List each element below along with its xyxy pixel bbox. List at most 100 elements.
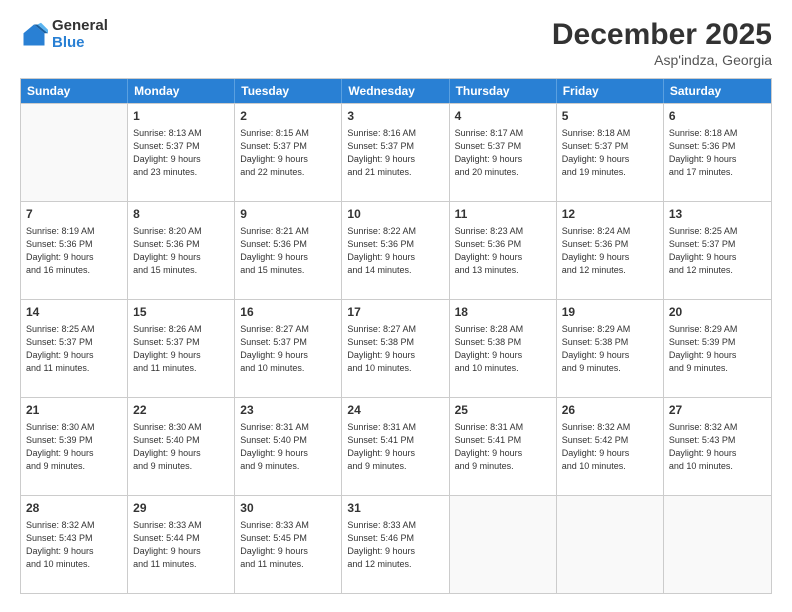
day-number: 26: [562, 402, 658, 419]
day-number: 7: [26, 206, 122, 223]
calendar-cell-1-5: 4 Sunrise: 8:17 AM Sunset: 5:37 PM Daylig…: [450, 104, 557, 201]
logo-blue-text: Blue: [52, 35, 108, 52]
calendar-cell-1-6: 5 Sunrise: 8:18 AM Sunset: 5:37 PM Daylig…: [557, 104, 664, 201]
day-info: Sunrise: 8:20 AM Sunset: 5:36 PM Dayligh…: [133, 225, 229, 277]
header: General Blue December 2025 Asp'indza, Ge…: [20, 18, 772, 68]
day-number: 22: [133, 402, 229, 419]
calendar-header-tuesday: Tuesday: [235, 79, 342, 103]
day-info: Sunrise: 8:25 AM Sunset: 5:37 PM Dayligh…: [669, 225, 766, 277]
day-info: Sunrise: 8:15 AM Sunset: 5:37 PM Dayligh…: [240, 127, 336, 179]
day-number: 30: [240, 500, 336, 517]
day-number: 2: [240, 108, 336, 125]
day-number: 9: [240, 206, 336, 223]
day-number: 29: [133, 500, 229, 517]
calendar-cell-1-4: 3Sunrise: 8:16 AM Sunset: 5:37 PM Daylig…: [342, 104, 449, 201]
day-number: 23: [240, 402, 336, 419]
calendar-cell-5-1: 28Sunrise: 8:32 AM Sunset: 5:43 PM Dayli…: [21, 496, 128, 593]
day-number: 5: [562, 108, 658, 125]
day-info: Sunrise: 8:23 AM Sunset: 5:36 PM Dayligh…: [455, 225, 551, 277]
day-number: 31: [347, 500, 443, 517]
logo: General Blue: [20, 18, 108, 51]
day-info: Sunrise: 8:18 AM Sunset: 5:37 PM Dayligh…: [562, 127, 658, 179]
day-number: 27: [669, 402, 766, 419]
calendar-cell-4-4: 24 Sunrise: 8:31 AM Sunset: 5:41 PM Dayli…: [342, 398, 449, 495]
day-number: 10: [347, 206, 443, 223]
day-info: Sunrise: 8:19 AM Sunset: 5:36 PM Dayligh…: [26, 225, 122, 277]
calendar-cell-3-1: 14 Sunrise: 8:25 AM Sunset: 5:37 PM Dayli…: [21, 300, 128, 397]
day-number: 6: [669, 108, 766, 125]
calendar-title: December 2025: [552, 18, 772, 52]
day-info: Sunrise: 8:17 AM Sunset: 5:37 PM Dayligh…: [455, 127, 551, 179]
day-info: Sunrise: 8:22 AM Sunset: 5:36 PM Dayligh…: [347, 225, 443, 277]
day-info: Sunrise: 8:13 AM Sunset: 5:37 PM Dayligh…: [133, 127, 229, 179]
calendar-cell-2-4: 10 Sunrise: 8:22 AM Sunset: 5:36 PM Dayli…: [342, 202, 449, 299]
title-block: December 2025 Asp'indza, Georgia: [552, 18, 772, 68]
calendar-cell-5-6: [557, 496, 664, 593]
calendar-header-row: SundayMondayTuesdayWednesdayThursdayFrid…: [21, 79, 771, 103]
day-info: Sunrise: 8:21 AM Sunset: 5:36 PM Dayligh…: [240, 225, 336, 277]
calendar-cell-1-1: [21, 104, 128, 201]
page: General Blue December 2025 Asp'indza, Ge…: [0, 0, 792, 612]
calendar-cell-2-1: 7 Sunrise: 8:19 AM Sunset: 5:36 PM Daylig…: [21, 202, 128, 299]
logo-icon: [20, 21, 48, 49]
day-number: 15: [133, 304, 229, 321]
calendar-cell-3-4: 17Sunrise: 8:27 AM Sunset: 5:38 PM Dayli…: [342, 300, 449, 397]
calendar-header-thursday: Thursday: [450, 79, 557, 103]
day-info: Sunrise: 8:32 AM Sunset: 5:43 PM Dayligh…: [669, 421, 766, 473]
day-info: Sunrise: 8:25 AM Sunset: 5:37 PM Dayligh…: [26, 323, 122, 375]
calendar-cell-5-5: [450, 496, 557, 593]
calendar: SundayMondayTuesdayWednesdayThursdayFrid…: [20, 78, 772, 594]
calendar-cell-2-5: 11Sunrise: 8:23 AM Sunset: 5:36 PM Dayli…: [450, 202, 557, 299]
calendar-subtitle: Asp'indza, Georgia: [552, 52, 772, 68]
day-info: Sunrise: 8:27 AM Sunset: 5:37 PM Dayligh…: [240, 323, 336, 375]
calendar-header-monday: Monday: [128, 79, 235, 103]
day-number: 20: [669, 304, 766, 321]
calendar-cell-4-5: 25Sunrise: 8:31 AM Sunset: 5:41 PM Dayli…: [450, 398, 557, 495]
day-number: 4: [455, 108, 551, 125]
calendar-cell-1-7: 6 Sunrise: 8:18 AM Sunset: 5:36 PM Daylig…: [664, 104, 771, 201]
day-info: Sunrise: 8:30 AM Sunset: 5:40 PM Dayligh…: [133, 421, 229, 473]
day-info: Sunrise: 8:30 AM Sunset: 5:39 PM Dayligh…: [26, 421, 122, 473]
day-info: Sunrise: 8:32 AM Sunset: 5:42 PM Dayligh…: [562, 421, 658, 473]
day-info: Sunrise: 8:29 AM Sunset: 5:38 PM Dayligh…: [562, 323, 658, 375]
calendar-cell-2-3: 9 Sunrise: 8:21 AM Sunset: 5:36 PM Daylig…: [235, 202, 342, 299]
calendar-week-3: 14 Sunrise: 8:25 AM Sunset: 5:37 PM Dayli…: [21, 299, 771, 397]
day-number: 16: [240, 304, 336, 321]
logo-text: General Blue: [52, 18, 108, 51]
calendar-header-wednesday: Wednesday: [342, 79, 449, 103]
day-info: Sunrise: 8:33 AM Sunset: 5:44 PM Dayligh…: [133, 519, 229, 571]
day-number: 14: [26, 304, 122, 321]
calendar-cell-4-6: 26 Sunrise: 8:32 AM Sunset: 5:42 PM Dayli…: [557, 398, 664, 495]
calendar-cell-4-3: 23Sunrise: 8:31 AM Sunset: 5:40 PM Dayli…: [235, 398, 342, 495]
day-info: Sunrise: 8:33 AM Sunset: 5:45 PM Dayligh…: [240, 519, 336, 571]
day-info: Sunrise: 8:33 AM Sunset: 5:46 PM Dayligh…: [347, 519, 443, 571]
calendar-week-5: 28Sunrise: 8:32 AM Sunset: 5:43 PM Dayli…: [21, 495, 771, 593]
day-number: 18: [455, 304, 551, 321]
day-number: 24: [347, 402, 443, 419]
calendar-cell-3-6: 19Sunrise: 8:29 AM Sunset: 5:38 PM Dayli…: [557, 300, 664, 397]
day-info: Sunrise: 8:28 AM Sunset: 5:38 PM Dayligh…: [455, 323, 551, 375]
calendar-cell-2-2: 8 Sunrise: 8:20 AM Sunset: 5:36 PM Daylig…: [128, 202, 235, 299]
calendar-header-sunday: Sunday: [21, 79, 128, 103]
calendar-week-4: 21Sunrise: 8:30 AM Sunset: 5:39 PM Dayli…: [21, 397, 771, 495]
day-info: Sunrise: 8:18 AM Sunset: 5:36 PM Dayligh…: [669, 127, 766, 179]
day-info: Sunrise: 8:24 AM Sunset: 5:36 PM Dayligh…: [562, 225, 658, 277]
calendar-cell-5-2: 29 Sunrise: 8:33 AM Sunset: 5:44 PM Dayli…: [128, 496, 235, 593]
day-number: 12: [562, 206, 658, 223]
calendar-week-2: 7 Sunrise: 8:19 AM Sunset: 5:36 PM Daylig…: [21, 201, 771, 299]
day-info: Sunrise: 8:29 AM Sunset: 5:39 PM Dayligh…: [669, 323, 766, 375]
calendar-cell-4-2: 22 Sunrise: 8:30 AM Sunset: 5:40 PM Dayli…: [128, 398, 235, 495]
day-number: 8: [133, 206, 229, 223]
calendar-header-friday: Friday: [557, 79, 664, 103]
calendar-cell-4-7: 27 Sunrise: 8:32 AM Sunset: 5:43 PM Dayli…: [664, 398, 771, 495]
calendar-cell-5-4: 31 Sunrise: 8:33 AM Sunset: 5:46 PM Dayli…: [342, 496, 449, 593]
day-number: 28: [26, 500, 122, 517]
day-info: Sunrise: 8:27 AM Sunset: 5:38 PM Dayligh…: [347, 323, 443, 375]
calendar-cell-2-7: 13Sunrise: 8:25 AM Sunset: 5:37 PM Dayli…: [664, 202, 771, 299]
day-info: Sunrise: 8:31 AM Sunset: 5:41 PM Dayligh…: [347, 421, 443, 473]
calendar-cell-1-2: 1Sunrise: 8:13 AM Sunset: 5:37 PM Daylig…: [128, 104, 235, 201]
calendar-header-saturday: Saturday: [664, 79, 771, 103]
calendar-cell-3-5: 18 Sunrise: 8:28 AM Sunset: 5:38 PM Dayli…: [450, 300, 557, 397]
calendar-body: 1Sunrise: 8:13 AM Sunset: 5:37 PM Daylig…: [21, 103, 771, 593]
calendar-week-1: 1Sunrise: 8:13 AM Sunset: 5:37 PM Daylig…: [21, 103, 771, 201]
